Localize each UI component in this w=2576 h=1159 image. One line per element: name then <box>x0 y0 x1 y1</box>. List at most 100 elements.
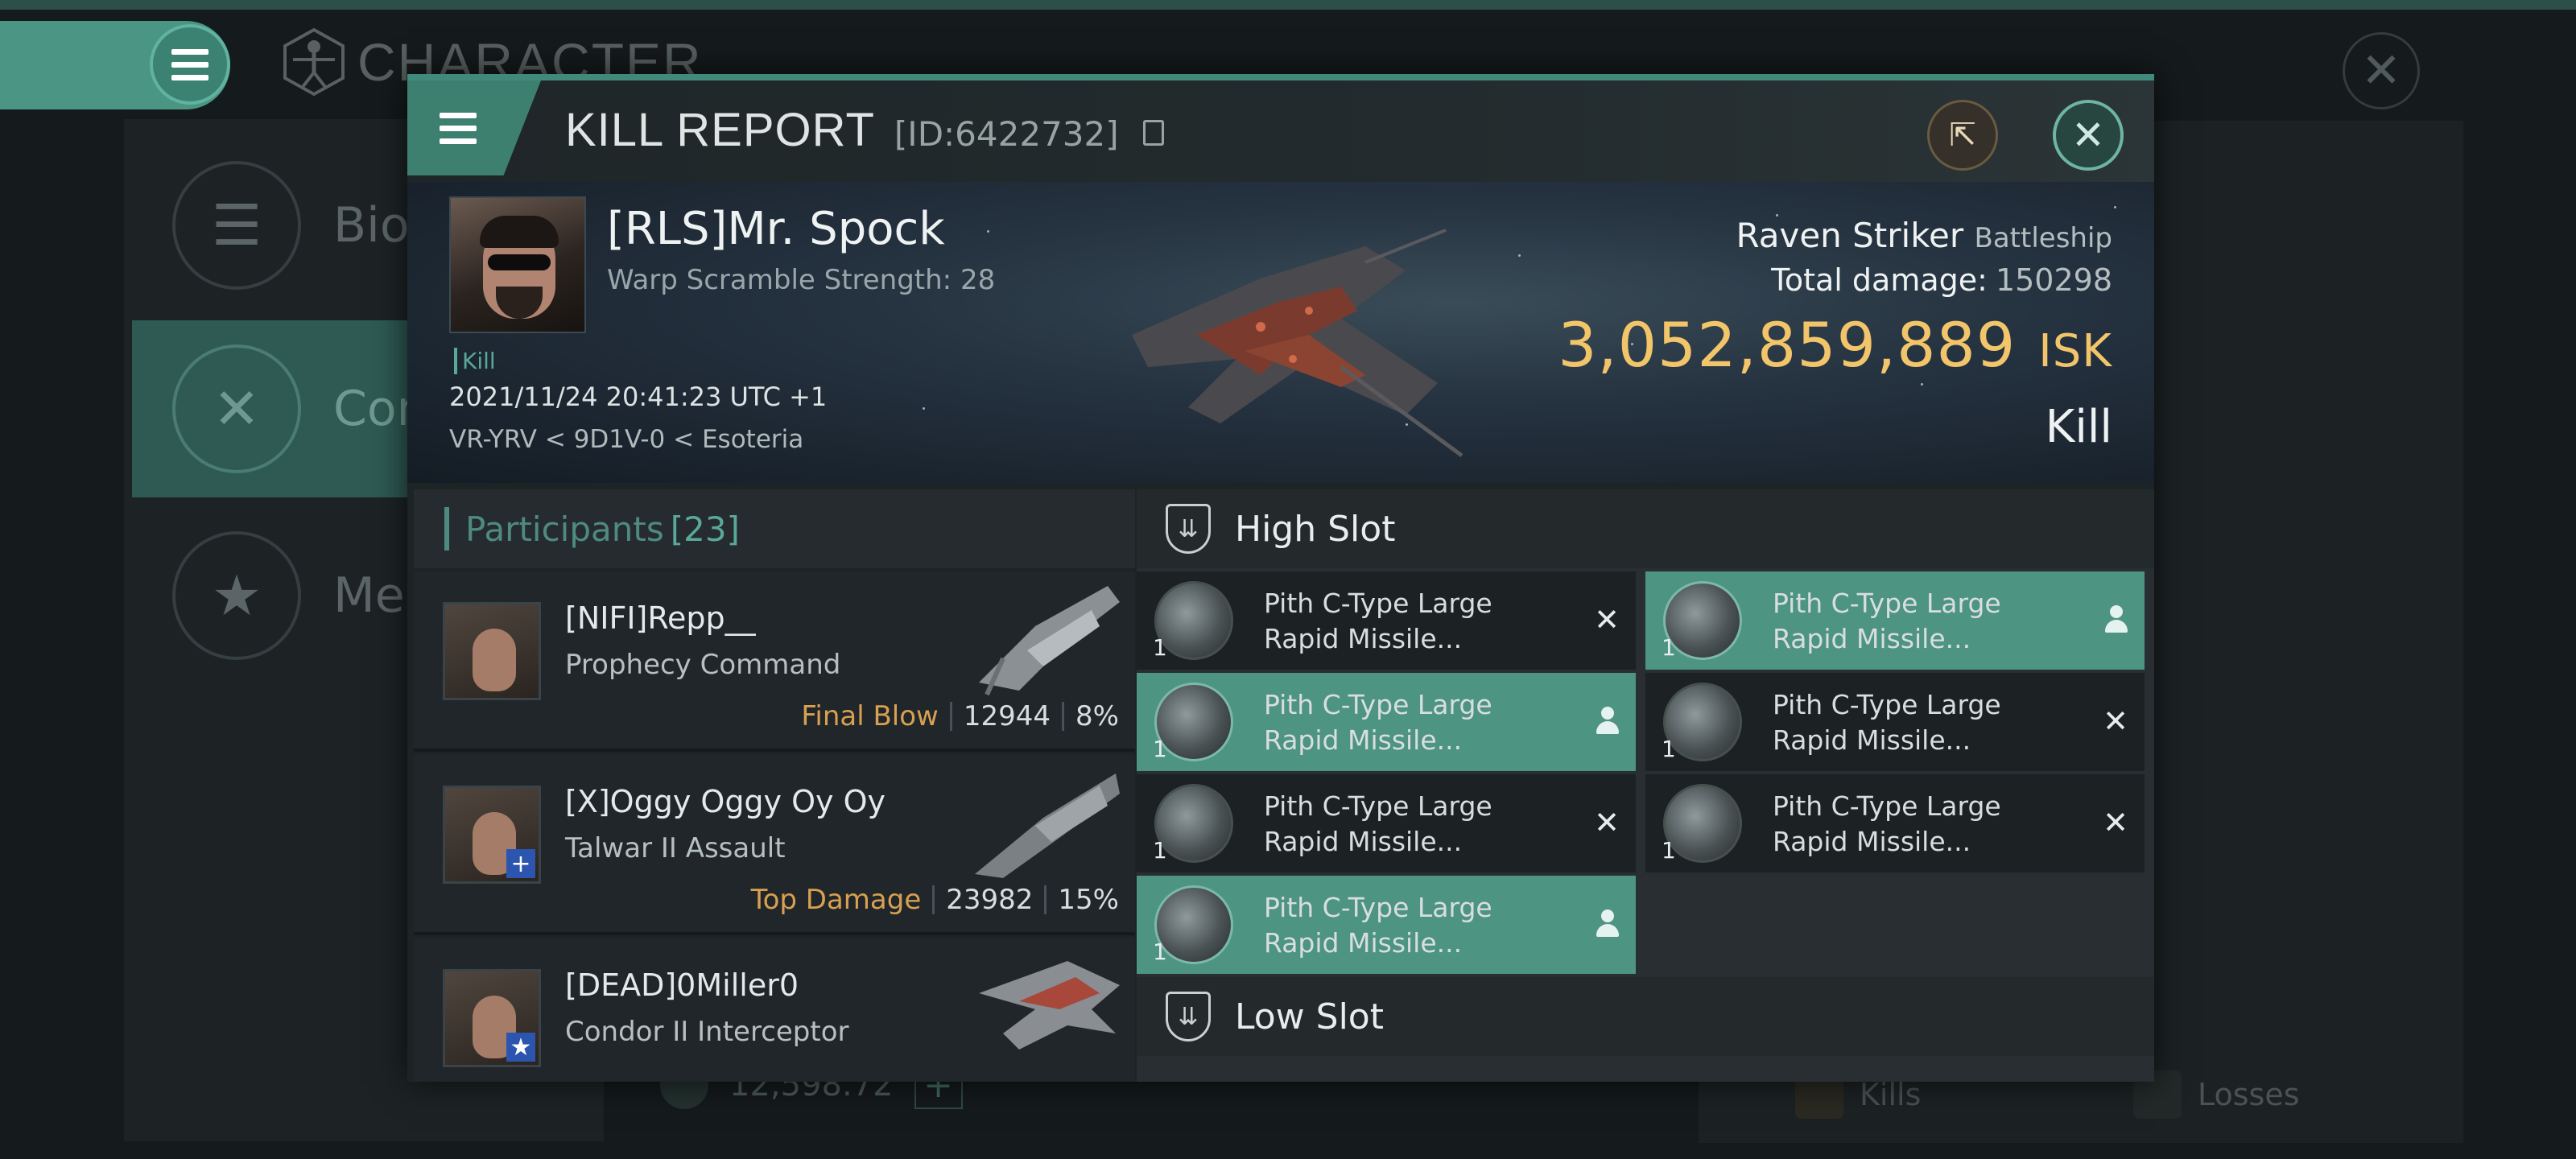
module-qty: 1 <box>1662 736 1676 762</box>
participant-ship-image <box>975 773 1120 878</box>
victim-portrait[interactable] <box>449 196 586 333</box>
kill-datetime: 2021/11/24 20:41:23 UTC +1 <box>449 382 828 412</box>
participant-damage: 23982 <box>946 884 1034 916</box>
module-qty: 1 <box>1153 634 1167 661</box>
avatar <box>443 602 541 700</box>
participants-header: Participants [23] <box>414 489 1135 568</box>
bars-icon: ☰ <box>172 161 301 290</box>
high-slot-header: ⇊ High Slot <box>1137 489 2154 568</box>
victim-ship-image[interactable] <box>1100 214 1470 472</box>
kill-report-modal: KILL REPORT [ID:6422732] ⇱ ✕ [RLS]Mr. Sp… <box>407 74 2154 1082</box>
low-slot-icon: ⇊ <box>1166 992 1211 1041</box>
participant-damage: 12944 <box>963 700 1051 732</box>
destroyed-icon: ✕ <box>2103 703 2128 739</box>
victim-name[interactable]: [RLS]Mr. Spock <box>607 203 945 255</box>
modal-title: KILL REPORT [ID:6422732] <box>565 103 1164 157</box>
participant-row[interactable]: ★ [DEAD]0Miller0 Condor II Interceptor <box>414 938 1135 1082</box>
total-damage: Total damage: 150298 <box>1771 262 2112 298</box>
module-slot[interactable]: 1 Pith C-Type Large Rapid Missile... ✕ <box>1645 673 2145 771</box>
alliance-star-icon: ★ <box>506 1033 535 1062</box>
losses-label: Losses <box>2198 1077 2300 1112</box>
module-qty: 1 <box>1153 938 1167 965</box>
modal-header: KILL REPORT [ID:6422732] ⇱ ✕ <box>407 80 2154 182</box>
kill-id: [ID:6422732] <box>894 114 1119 154</box>
participant-stats: Final Blow 12944 8% <box>801 700 1119 732</box>
share-button[interactable]: ⇱ <box>1927 100 1998 171</box>
top-accent-strip <box>0 0 2576 10</box>
destroyed-icon: ✕ <box>2103 805 2128 840</box>
low-slot-label: Low Slot <box>1235 996 1384 1037</box>
participant-ship: Talwar II Assault <box>565 832 786 864</box>
participant-row[interactable]: [NIFI]Repp__ Prophecy Command Final Blow… <box>414 571 1135 752</box>
ship-name: Raven Striker <box>1736 216 1964 255</box>
fittings-panel: ⇊ High Slot 1 Pith C-Type Large Rapid Mis… <box>1137 489 2154 1082</box>
dropped-person-icon <box>2098 602 2133 637</box>
participant-row[interactable]: + [X]Oggy Oggy Oy Oy Talwar II Assault T… <box>414 755 1135 935</box>
participants-count: [23] <box>670 509 740 549</box>
dropped-person-icon <box>1589 906 1624 942</box>
dropped-person-icon <box>1589 703 1624 739</box>
module-name: Pith C-Type Large Rapid Missile... <box>1773 689 2001 756</box>
module-name: Pith C-Type Large Rapid Missile... <box>1264 689 1492 756</box>
victim-banner: [RLS]Mr. Spock Warp Scramble Strength: 2… <box>407 182 2154 483</box>
isk-value: 3,052,859,889 ISK <box>1558 309 2112 381</box>
victim-subtitle: Warp Scramble Strength: 28 <box>607 264 996 296</box>
module-qty: 1 <box>1662 634 1676 661</box>
module-slot[interactable]: 1 Pith C-Type Large Rapid Missile... ✕ <box>1137 774 1636 872</box>
module-slot[interactable]: 1 Pith C-Type Large Rapid Missile... <box>1645 571 2145 670</box>
copy-icon[interactable] <box>1142 120 1164 146</box>
module-slot[interactable]: 1 Pith C-Type Large Rapid Missile... <box>1137 876 1636 974</box>
close-button[interactable]: ✕ <box>2053 100 2124 171</box>
module-name: Pith C-Type Large Rapid Missile... <box>1264 588 1492 654</box>
sidebar-item-label: Bio <box>333 197 410 254</box>
participant-ship: Condor II Interceptor <box>565 1016 849 1048</box>
module-name: Pith C-Type Large Rapid Missile... <box>1264 790 1492 857</box>
hamburger-icon <box>171 48 208 80</box>
avatar: ★ <box>443 969 541 1067</box>
corp-badge-icon: + <box>506 849 535 878</box>
module-slot[interactable]: 1 Pith C-Type Large Rapid Missile... ✕ <box>1137 571 1636 670</box>
participant-ship-image <box>979 586 1120 696</box>
isk-amount: 3,052,859,889 <box>1558 309 2017 381</box>
participant-tag: Top Damage <box>750 884 922 916</box>
module-qty: 1 <box>1153 736 1167 762</box>
total-damage-value: 150298 <box>1995 262 2112 298</box>
losses-tab[interactable]: Losses <box>2133 1070 2300 1119</box>
participant-percent: 8% <box>1075 700 1119 732</box>
modal-title-text: KILL REPORT <box>565 104 875 156</box>
crossed-swords-icon: ✕ <box>172 344 301 473</box>
ship-class: Battleship <box>1974 222 2112 254</box>
modal-menu-button[interactable] <box>407 80 541 175</box>
hamburger-icon <box>440 112 477 144</box>
background-close-icon[interactable]: ✕ <box>2343 32 2420 109</box>
participant-name: [DEAD]0Miller0 <box>565 967 799 1003</box>
high-slot-icon: ⇊ <box>1166 504 1211 554</box>
destroyed-icon: ✕ <box>1594 805 1620 840</box>
low-slot-header: ⇊ Low Slot <box>1137 977 2154 1056</box>
module-name: Pith C-Type Large Rapid Missile... <box>1264 892 1492 959</box>
module-slot[interactable]: 1 Pith C-Type Large Rapid Missile... ✕ <box>1645 774 2145 872</box>
kill-location[interactable]: VR-YRV < 9D1V-0 < Esoteria <box>449 425 803 454</box>
kills-label: Kills <box>1860 1077 1922 1112</box>
destroyed-icon: ✕ <box>1594 602 1620 637</box>
participant-tag: Final Blow <box>801 700 939 732</box>
main-menu-button[interactable] <box>150 24 230 105</box>
share-icon: ⇱ <box>1949 117 1976 154</box>
participants-label: Participants <box>465 509 664 549</box>
module-name: Pith C-Type Large Rapid Missile... <box>1773 588 2001 654</box>
close-icon: ✕ <box>2071 112 2105 159</box>
participant-percent: 15% <box>1058 884 1119 916</box>
module-qty: 1 <box>1662 837 1676 864</box>
participants-panel: Participants [23] [NIFI]Repp__ Prophecy … <box>414 489 1135 1082</box>
participant-name: [NIFI]Repp__ <box>565 600 756 636</box>
participant-stats: Top Damage 23982 15% <box>751 884 1119 916</box>
isk-unit: ISK <box>2038 325 2112 377</box>
victim-ship-name[interactable]: Raven Striker Battleship <box>1736 216 2112 255</box>
module-name: Pith C-Type Large Rapid Missile... <box>1773 790 2001 857</box>
vitruvian-icon <box>283 27 345 97</box>
participant-name: [X]Oggy Oggy Oy Oy <box>565 784 886 819</box>
result-label: Kill <box>2045 401 2112 453</box>
module-slot[interactable]: 1 Pith C-Type Large Rapid Missile... <box>1137 673 1636 771</box>
star-badge-icon: ★ <box>172 531 301 660</box>
total-damage-label: Total damage: <box>1771 262 1988 298</box>
